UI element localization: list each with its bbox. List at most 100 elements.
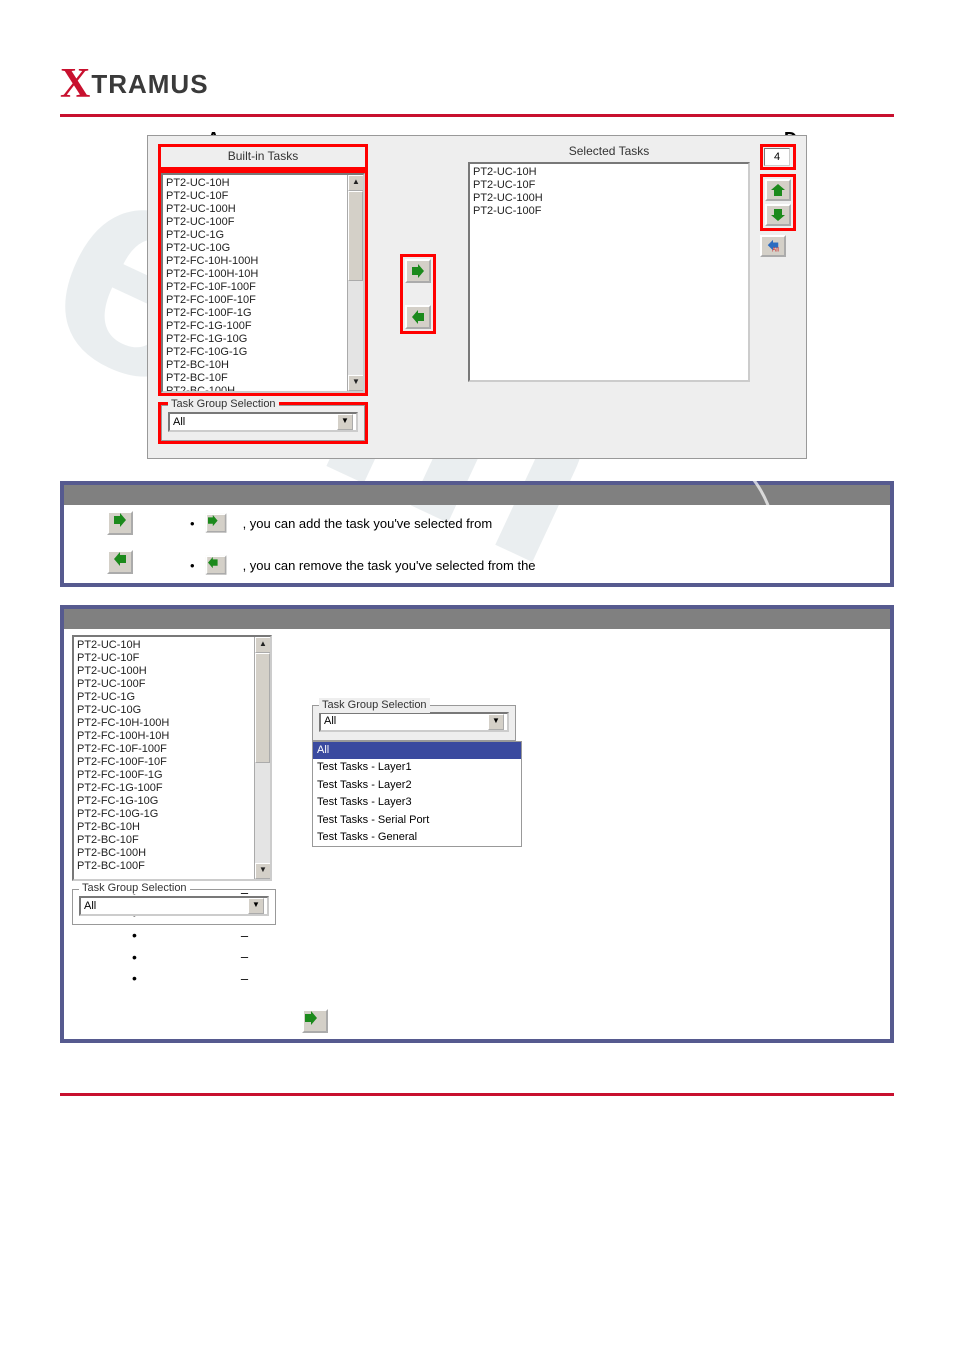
- list-item[interactable]: PT2-UC-100F: [77, 678, 267, 691]
- list-item[interactable]: PT2-FC-10F-100F: [166, 281, 360, 294]
- list-item[interactable]: PT2-UC-10H: [473, 166, 745, 179]
- move-down-button[interactable]: [765, 204, 791, 226]
- list-item[interactable]: PT2-UC-1G: [166, 229, 360, 242]
- list-item[interactable]: PT2-BC-10H: [77, 821, 267, 834]
- list-item[interactable]: PT2-UC-10G: [166, 242, 360, 255]
- scroll-thumb[interactable]: [255, 653, 270, 763]
- chevron-down-icon[interactable]: ▼: [337, 414, 353, 430]
- svg-text:All: All: [772, 246, 779, 253]
- header-rule: [60, 114, 894, 117]
- combo-value: All: [84, 900, 96, 912]
- builtin-tasks-list[interactable]: PT2-UC-10H PT2-UC-10F PT2-UC-100H PT2-UC…: [161, 173, 365, 393]
- task-group-selection-label-c: Task Group Selection: [319, 698, 430, 713]
- selected-tasks-header: Selected Tasks: [468, 144, 750, 158]
- move-up-button[interactable]: [765, 179, 791, 201]
- scrollbar[interactable]: ▲ ▼: [254, 637, 270, 879]
- chevron-down-icon[interactable]: ▼: [248, 898, 264, 914]
- add-button-icon-large: [107, 511, 133, 535]
- scroll-thumb[interactable]: [348, 191, 363, 281]
- list-item[interactable]: PT2-UC-1G: [77, 691, 267, 704]
- list-item[interactable]: PT2-FC-100H-10H: [166, 268, 360, 281]
- task-group-selection-label-b: Task Group Selection: [79, 882, 190, 894]
- add-button-icon-small: [205, 513, 226, 532]
- scroll-up-button[interactable]: ▲: [255, 637, 271, 653]
- list-item[interactable]: PT2-FC-10F-100F: [77, 743, 267, 756]
- list-item[interactable]: PT2-FC-100H-10H: [77, 730, 267, 743]
- builtin-tasks-list-frame: PT2-UC-10H PT2-UC-10F PT2-UC-100H PT2-UC…: [158, 170, 368, 396]
- scroll-up-button[interactable]: ▲: [348, 175, 364, 191]
- remove-all-button[interactable]: All: [760, 235, 786, 257]
- task-group-selection-label: Task Group Selection: [168, 398, 279, 410]
- dropdown-option[interactable]: Test Tasks - Layer2: [313, 777, 521, 794]
- list-item[interactable]: PT2-FC-100F-1G: [77, 769, 267, 782]
- task-group-selection-combo[interactable]: All ▼: [168, 412, 358, 432]
- list-item[interactable]: PT2-BC-10F: [166, 372, 360, 385]
- list-item[interactable]: PT2-UC-10H: [77, 639, 267, 652]
- list-item[interactable]: PT2-BC-100H: [166, 385, 360, 393]
- list-item[interactable]: PT2-BC-100H: [77, 847, 267, 860]
- dropdown-option[interactable]: Test Tasks - Layer3: [313, 794, 521, 811]
- list-item[interactable]: PT2-UC-100H: [77, 665, 267, 678]
- section-a-text2: , you can remove the task you've selecte…: [243, 558, 536, 573]
- list-item[interactable]: PT2-BC-10H: [166, 359, 360, 372]
- arrow-left-icon: [207, 557, 218, 568]
- scrollbar[interactable]: ▲ ▼: [347, 175, 363, 391]
- list-item[interactable]: PT2-UC-10H: [166, 177, 360, 190]
- section-a-header: [62, 483, 892, 505]
- list-item[interactable]: PT2-UC-100H: [166, 203, 360, 216]
- selected-tasks-list[interactable]: PT2-UC-10H PT2-UC-10F PT2-UC-100H PT2-UC…: [468, 162, 750, 382]
- bullet-icon: •: [132, 969, 137, 989]
- list-item[interactable]: PT2-FC-1G-100F: [166, 320, 360, 333]
- brand-logo: X TRAMUS: [60, 60, 894, 108]
- chevron-down-icon[interactable]: ▼: [488, 714, 504, 730]
- list-item[interactable]: PT2-UC-10F: [77, 652, 267, 665]
- add-button-icon-example: [302, 1009, 328, 1033]
- dropdown-option[interactable]: All: [313, 742, 521, 759]
- list-item[interactable]: PT2-FC-10G-1G: [77, 808, 267, 821]
- list-item[interactable]: PT2-BC-10F: [77, 834, 267, 847]
- scroll-down-button[interactable]: ▼: [255, 863, 271, 879]
- list-item[interactable]: PT2-UC-100H: [473, 192, 745, 205]
- task-group-selection-combo-b[interactable]: All ▼: [79, 896, 269, 916]
- bullet-icon: •: [190, 516, 195, 531]
- dropdown-option[interactable]: Test Tasks - Serial Port: [313, 812, 521, 829]
- list-item[interactable]: PT2-UC-10F: [166, 190, 360, 203]
- builtin-tasks-list-b[interactable]: PT2-UC-10H PT2-UC-10F PT2-UC-100H PT2-UC…: [72, 635, 272, 881]
- combo-value: All: [324, 714, 336, 729]
- builtin-tasks-header: Built-in Tasks: [163, 149, 363, 163]
- list-item[interactable]: PT2-FC-100F-10F: [166, 294, 360, 307]
- list-item[interactable]: PT2-FC-10H-100H: [77, 717, 267, 730]
- list-item[interactable]: PT2-FC-1G-10G: [77, 795, 267, 808]
- dropdown-list[interactable]: All Test Tasks - Layer1 Test Tasks - Lay…: [312, 741, 522, 847]
- scroll-down-button[interactable]: ▼: [348, 375, 364, 391]
- list-item[interactable]: PT2-FC-100F-1G: [166, 307, 360, 320]
- dropdown-option[interactable]: Test Tasks - General: [313, 829, 521, 846]
- arrow-right-icon: [411, 264, 425, 278]
- remove-button-icon-large: [107, 550, 133, 574]
- list-item[interactable]: PT2-UC-100F: [473, 205, 745, 218]
- task-group-selection-combo-c[interactable]: All ▼: [319, 712, 509, 732]
- bullet-icon: •: [132, 926, 137, 946]
- task-group-dropdown-open: Task Group Selection All ▼ All Test Task…: [312, 705, 522, 847]
- list-item[interactable]: PT2-UC-10F: [473, 179, 745, 192]
- list-item[interactable]: PT2-FC-10H-100H: [166, 255, 360, 268]
- arrow-left-icon: [113, 552, 127, 566]
- add-task-button[interactable]: [405, 259, 431, 283]
- brand-x: X: [60, 60, 90, 108]
- bullet-icon: •: [190, 558, 195, 573]
- bullet-icon: •: [132, 948, 137, 968]
- remove-task-button[interactable]: [405, 305, 431, 329]
- arrow-right-icon: [304, 1011, 318, 1025]
- list-item[interactable]: PT2-BC-100F: [77, 860, 267, 873]
- list-item[interactable]: PT2-FC-100F-10F: [77, 756, 267, 769]
- dash: –: [241, 927, 248, 945]
- dropdown-option[interactable]: Test Tasks - Layer1: [313, 759, 521, 776]
- selected-count: 4: [764, 148, 790, 166]
- list-item[interactable]: PT2-FC-10G-1G: [166, 346, 360, 359]
- section-a-table: • , you can add the task you've selected…: [60, 481, 894, 587]
- brand-name: TRAMUS: [91, 69, 208, 100]
- list-item[interactable]: PT2-UC-100F: [166, 216, 360, 229]
- list-item[interactable]: PT2-FC-1G-10G: [166, 333, 360, 346]
- list-item[interactable]: PT2-UC-10G: [77, 704, 267, 717]
- list-item[interactable]: PT2-FC-1G-100F: [77, 782, 267, 795]
